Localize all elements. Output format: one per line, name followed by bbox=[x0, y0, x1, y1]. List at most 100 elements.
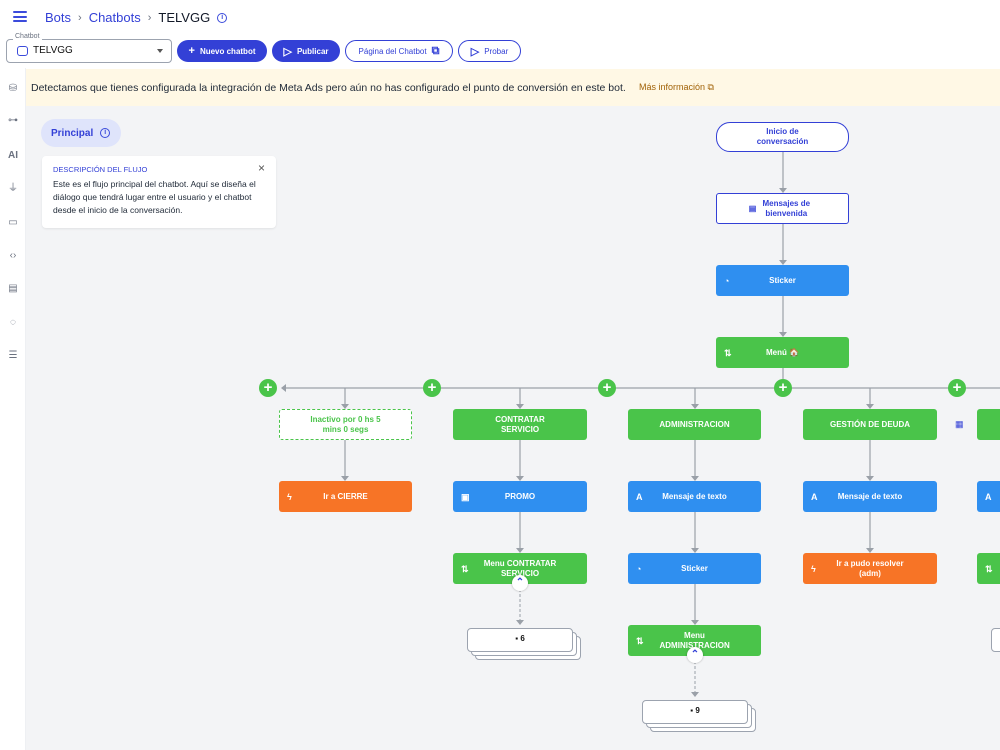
chevron-right-icon: › bbox=[147, 11, 152, 24]
node-administracion-label: ADMINISTRACION bbox=[659, 419, 730, 429]
whatsapp-icon[interactable]: ◌ bbox=[6, 316, 20, 330]
stack-count: ▪ 9 bbox=[642, 706, 748, 715]
breadcrumb-current: TELVGG bbox=[158, 10, 211, 25]
chatbot-select-label: Chatbot bbox=[13, 33, 42, 40]
chatbot-page-button[interactable]: Página del Chatbot ⧉ bbox=[345, 40, 453, 62]
node-goto-pudo-resolver[interactable]: ϟ Ir a pudo resolver (adm) bbox=[803, 553, 937, 584]
add-branch-button[interactable]: + bbox=[598, 379, 616, 397]
test-label: Probar bbox=[484, 46, 509, 56]
banner-text: Detectamos que tienes configurada la int… bbox=[31, 82, 626, 94]
plug-icon[interactable]: ⏚ bbox=[6, 182, 20, 196]
breadcrumb: Bots › Chatbots › TELVGG i bbox=[45, 10, 228, 25]
text-icon: A bbox=[985, 491, 992, 502]
breadcrumb-chatbots[interactable]: Chatbots bbox=[89, 10, 141, 25]
node-sticker-1[interactable]: ◔ Sticker bbox=[716, 265, 849, 296]
publish-label: Publicar bbox=[296, 46, 329, 56]
plus-icon: + bbox=[188, 45, 195, 57]
chatbot-select-value: TELVGG bbox=[33, 45, 73, 56]
expand-icon[interactable]: ⌃ bbox=[512, 575, 528, 591]
lightning-icon: ϟ bbox=[287, 491, 292, 502]
info-icon[interactable]: i bbox=[217, 12, 228, 23]
node-goto-cierre[interactable]: ϟ Ir a CIERRE bbox=[279, 481, 412, 512]
meta-ads-banner: Detectamos que tienes configurada la int… bbox=[26, 69, 1000, 106]
table-icon[interactable]: ▤ bbox=[6, 282, 20, 296]
new-chatbot-button[interactable]: + Nuevo chatbot bbox=[177, 40, 267, 62]
stack-count-value: 9 bbox=[695, 706, 700, 715]
info-icon[interactable]: i bbox=[100, 128, 111, 138]
flow-icon[interactable]: ⊶ bbox=[6, 114, 20, 128]
node-contratar[interactable]: CONTRATAR SERVICIO bbox=[453, 409, 587, 440]
stack-count: ▪ 6 bbox=[467, 634, 573, 643]
breadcrumb-bots[interactable]: Bots bbox=[45, 10, 71, 25]
top-bar: Bots › Chatbots › TELVGG i bbox=[0, 0, 1000, 34]
book-icon[interactable]: ▭ bbox=[6, 216, 20, 230]
node-gestion-deuda-label: GESTIÓN DE DEUDA bbox=[829, 419, 910, 429]
more-info-link[interactable]: Más información ⧉ bbox=[639, 82, 714, 93]
node-contratar-label: CONTRATAR SERVICIO bbox=[495, 414, 545, 434]
menu-node-icon: ⇅ bbox=[985, 563, 993, 574]
menu-node-icon: ⇅ bbox=[636, 635, 644, 646]
comment-icon: ▪ bbox=[515, 634, 519, 643]
node-text-message-2[interactable]: A Mensaje de texto bbox=[803, 481, 937, 512]
message-icon: ▤ bbox=[748, 203, 757, 213]
database-icon[interactable]: ⛁ bbox=[6, 82, 20, 96]
node-start-label: Inicio de conversación bbox=[756, 127, 809, 146]
node-menu-label: Menú 🏠 bbox=[765, 347, 800, 357]
node-goto-cierre-label: Ir a CIERRE bbox=[323, 491, 368, 501]
toolbar: Chatbot TELVGG + Nuevo chatbot ▷ Publica… bbox=[0, 33, 1000, 68]
chatbot-page-label: Página del Chatbot bbox=[358, 46, 427, 56]
node-partial[interactable]: A bbox=[977, 481, 1000, 512]
chatbot-select[interactable]: Chatbot TELVGG bbox=[6, 33, 172, 63]
publish-button[interactable]: ▷ Publicar bbox=[272, 40, 340, 62]
left-sidebar: ⛁ ⊶ AI ⏚ ▭ ‹› ▤ ◌ ☰ bbox=[0, 68, 26, 750]
node-administracion[interactable]: ADMINISTRACION bbox=[628, 409, 761, 440]
description-body: Este es el flujo principal del chatbot. … bbox=[53, 179, 256, 215]
collapsed-nodes-stack[interactable]: ▪ 6 bbox=[467, 628, 581, 660]
node-text-message-1-label: Mensaje de texto bbox=[662, 491, 727, 501]
node-partial[interactable]: ⇅ bbox=[977, 553, 1000, 584]
node-welcome-label: Mensajes de bienvenida bbox=[762, 198, 811, 218]
expand-icon[interactable]: ⌃ bbox=[687, 647, 703, 663]
send-icon: ▷ bbox=[283, 45, 292, 58]
node-welcome[interactable]: ▤ Mensajes de bienvenida bbox=[716, 193, 849, 224]
add-branch-button[interactable]: + bbox=[259, 379, 277, 397]
chevron-right-icon: › bbox=[78, 11, 82, 24]
menu-node-icon: ⇅ bbox=[461, 563, 469, 574]
node-promo-label: PROMO bbox=[504, 491, 536, 501]
node-menu[interactable]: ⇅ Menú 🏠 bbox=[716, 337, 849, 368]
flow-chip-label: Principal bbox=[51, 127, 94, 139]
stack-card bbox=[991, 628, 1000, 652]
test-button[interactable]: ▷ Probar bbox=[458, 40, 521, 62]
close-icon[interactable]: × bbox=[258, 161, 265, 175]
menu-node-icon: ⇅ bbox=[724, 347, 732, 358]
node-sticker-2-label: Sticker bbox=[681, 563, 708, 573]
sticker-icon: ◔ bbox=[636, 563, 642, 574]
play-icon: ▷ bbox=[470, 45, 480, 58]
qr-icon[interactable]: ▦ bbox=[955, 419, 964, 430]
node-promo[interactable]: ▣ PROMO bbox=[453, 481, 587, 512]
description-title: DESCRIPCIÓN DEL FLUJO bbox=[53, 165, 148, 174]
node-partial[interactable] bbox=[977, 409, 1000, 440]
menu-icon[interactable] bbox=[13, 11, 27, 22]
node-inactive[interactable]: Inactivo por 0 hs 5 mins 0 segs bbox=[279, 409, 412, 440]
node-gestion-deuda[interactable]: GESTIÓN DE DEUDA bbox=[803, 409, 937, 440]
node-inactive-label: Inactivo por 0 hs 5 mins 0 segs bbox=[310, 414, 381, 434]
lightning-icon: ϟ bbox=[811, 563, 816, 574]
flow-chip-principal[interactable]: Principal i bbox=[41, 119, 121, 147]
collapsed-nodes-stack[interactable] bbox=[991, 628, 1000, 654]
list-icon[interactable]: ☰ bbox=[6, 349, 20, 363]
add-branch-button[interactable]: + bbox=[423, 379, 441, 397]
node-sticker-1-label: Sticker bbox=[769, 275, 796, 285]
external-link-icon: ⧉ bbox=[431, 44, 440, 57]
ai-icon[interactable]: AI bbox=[6, 149, 20, 163]
text-icon: A bbox=[636, 491, 643, 502]
chevron-down-icon bbox=[157, 49, 163, 53]
code-icon[interactable]: ‹› bbox=[6, 249, 20, 263]
node-sticker-2[interactable]: ◔ Sticker bbox=[628, 553, 761, 584]
flow-canvas[interactable]: Principal i DESCRIPCIÓN DEL FLUJO × Este… bbox=[26, 106, 1000, 750]
collapsed-nodes-stack[interactable]: ▪ 9 bbox=[642, 700, 756, 732]
node-start[interactable]: Inicio de conversación bbox=[716, 122, 849, 152]
node-text-message-1[interactable]: A Mensaje de texto bbox=[628, 481, 761, 512]
add-branch-button[interactable]: + bbox=[948, 379, 966, 397]
add-branch-button[interactable]: + bbox=[774, 379, 792, 397]
